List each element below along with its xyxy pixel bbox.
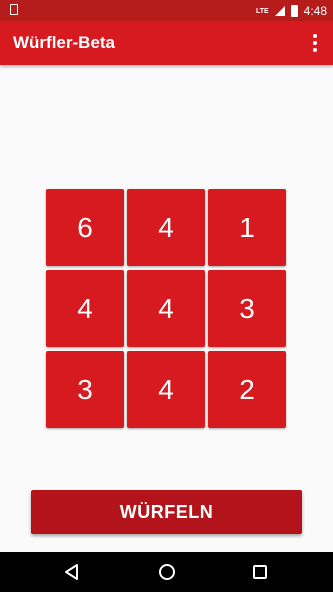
dice-grid: 6 4 1 4 4 3 3 4 2: [46, 189, 287, 428]
more-vert-icon[interactable]: [305, 32, 325, 54]
app-title: Würfler-Beta: [13, 33, 116, 52]
die-2[interactable]: 4: [127, 189, 205, 266]
back-triangle-icon[interactable]: [62, 562, 82, 582]
die-9[interactable]: 2: [208, 351, 286, 428]
network-type: LTE: [255, 7, 269, 15]
battery-icon: [290, 5, 298, 17]
die-3[interactable]: 1: [208, 189, 286, 266]
navigation-bar: [0, 552, 333, 592]
die-8[interactable]: 4: [127, 351, 205, 428]
recents-square-icon[interactable]: [250, 562, 270, 582]
die-6[interactable]: 3: [208, 270, 286, 347]
die-1[interactable]: 6: [46, 189, 124, 266]
signal-icon: [274, 6, 285, 16]
home-circle-icon[interactable]: [157, 562, 177, 582]
die-4[interactable]: 4: [46, 270, 124, 347]
sd-card-icon: [10, 4, 18, 15]
status-icons: LTE 4:48: [256, 3, 327, 19]
clock: 4:48: [303, 4, 327, 18]
roll-button[interactable]: WÜRFELN: [31, 490, 302, 534]
die-7[interactable]: 3: [46, 351, 124, 428]
die-5[interactable]: 4: [127, 270, 205, 347]
app-bar: Würfler-Beta: [0, 21, 333, 65]
status-bar: LTE 4:48: [0, 0, 333, 21]
